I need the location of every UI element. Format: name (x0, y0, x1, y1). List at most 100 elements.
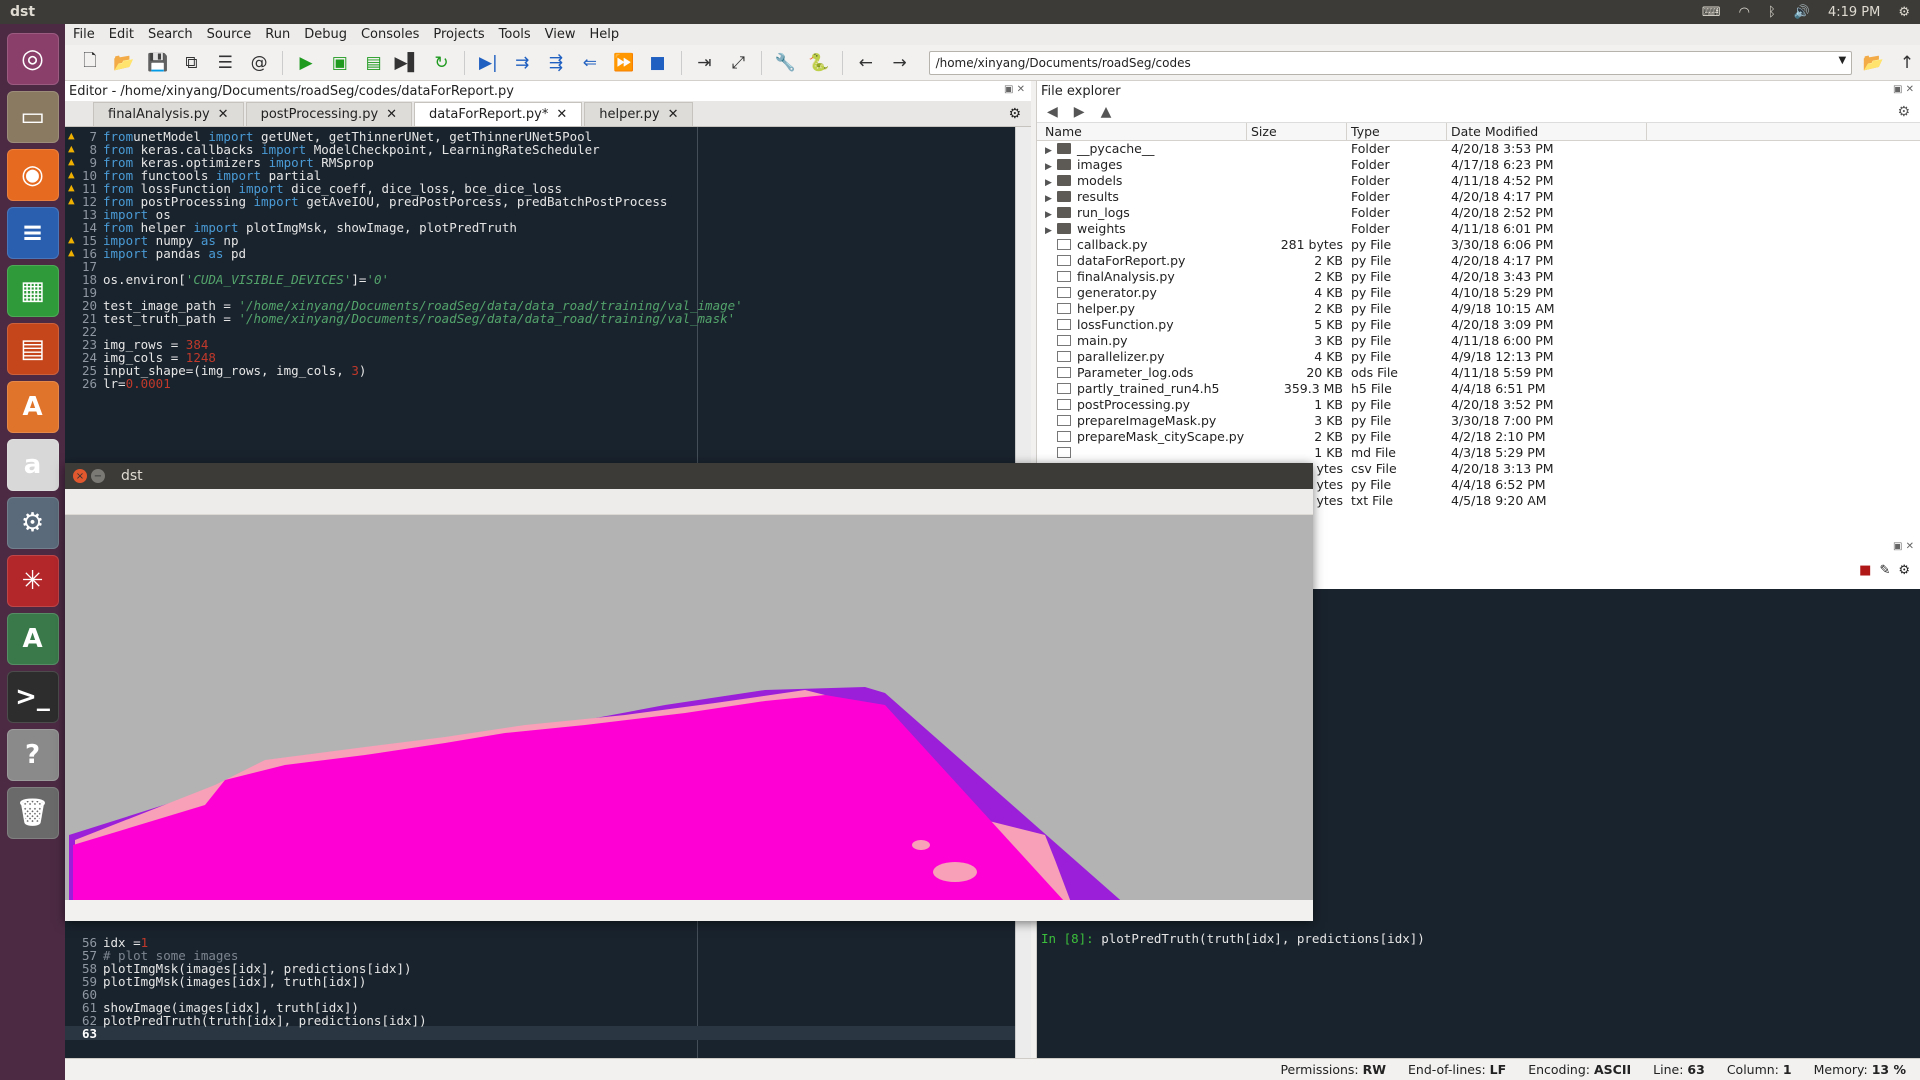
rerun-icon[interactable]: ↻ (429, 50, 455, 76)
trash-icon[interactable]: 🗑 (6, 787, 59, 839)
file-row[interactable]: prepareImageMask.py 3 KB py File 3/30/18 7:… (1037, 413, 1920, 429)
close-tab-icon[interactable]: ✕ (556, 107, 567, 122)
clock[interactable]: 4:19 PM (1828, 5, 1880, 20)
forward-icon[interactable]: → (887, 50, 913, 76)
menu-source[interactable]: Source (207, 27, 252, 42)
file-row[interactable]: ▶ weights Folder 4/11/18 6:01 PM (1037, 221, 1920, 237)
settings-icon[interactable]: ⚙ (6, 497, 59, 549)
warning-icon[interactable]: ▲ (68, 142, 75, 155)
file-row[interactable]: prepareMask_cityScape.py 2 KB py File 4/2/1… (1037, 429, 1920, 445)
step-return-icon[interactable]: ⇐ (577, 50, 603, 76)
pane-controls[interactable]: ▣ ✕ (1004, 84, 1025, 95)
gear-icon[interactable]: ⚙ (1008, 106, 1021, 122)
menu-projects[interactable]: Projects (433, 27, 484, 42)
col-type[interactable]: Type (1347, 123, 1447, 140)
outline-icon[interactable]: ☰ (212, 50, 238, 76)
stop-icon[interactable]: ■ (645, 50, 671, 76)
warning-icon[interactable]: ▲ (68, 155, 75, 168)
warning-icon[interactable]: ▲ (68, 181, 75, 194)
file-row[interactable]: helper.py 2 KB py File 4/9/18 10:15 AM (1037, 301, 1920, 317)
warning-icon[interactable]: ▲ (68, 168, 75, 181)
calc-icon[interactable]: ▦ (6, 265, 59, 317)
maximize-pane-icon[interactable]: ⇥ (692, 50, 718, 76)
preferences-icon[interactable]: 🔧 (772, 50, 798, 76)
menu-file[interactable]: File (73, 27, 95, 42)
menu-search[interactable]: Search (148, 27, 193, 42)
bluetooth-icon[interactable]: ᛒ (1768, 5, 1776, 20)
close-tab-icon[interactable]: ✕ (668, 107, 679, 122)
file-row[interactable]: ▶ __pycache__ Folder 4/20/18 3:53 PM (1037, 141, 1920, 157)
close-icon[interactable]: × (73, 469, 87, 483)
file-row[interactable]: partly_trained_run4.h5 359.3 MB h5 File 4/4… (1037, 381, 1920, 397)
new-file-icon[interactable]: 🗋 (77, 50, 103, 76)
warning-icon[interactable]: ▲ (68, 129, 75, 142)
pane-controls[interactable]: ▣ ✕ (1893, 541, 1914, 552)
files-icon[interactable]: ▭ (6, 91, 59, 143)
menu-tools[interactable]: Tools (499, 27, 531, 42)
updater-icon[interactable]: A (6, 613, 59, 665)
help-icon[interactable]: ? (6, 729, 59, 781)
col-date[interactable]: Date Modified (1447, 123, 1647, 140)
run-selection-icon[interactable]: ▶▌ (395, 50, 421, 76)
menu-view[interactable]: View (545, 27, 576, 42)
gear-icon[interactable]: ⚙ (1898, 5, 1910, 20)
file-row[interactable]: postProcessing.py 1 KB py File 4/20/18 3:52… (1037, 397, 1920, 413)
warning-icon[interactable]: ▲ (68, 194, 75, 207)
clear-console-icon[interactable]: ✎ (1879, 563, 1890, 578)
terminal-icon[interactable]: >_ (6, 671, 59, 723)
working-directory-input[interactable]: /home/xinyang/Documents/roadSeg/codes ▼ (928, 50, 1853, 75)
software-center-icon[interactable]: A (6, 381, 59, 433)
open-file-icon[interactable]: 📂 (111, 50, 137, 76)
file-row[interactable]: ▶ results Folder 4/20/18 4:17 PM (1037, 189, 1920, 205)
menu-edit[interactable]: Edit (109, 27, 134, 42)
expand-icon[interactable]: ▶ (1045, 175, 1057, 189)
pane-controls[interactable]: ▣ ✕ (1893, 84, 1914, 95)
expand-icon[interactable]: ▶ (1045, 207, 1057, 221)
impress-icon[interactable]: ▤ (6, 323, 59, 375)
menu-help[interactable]: Help (590, 27, 620, 42)
menu-consoles[interactable]: Consoles (361, 27, 419, 42)
run-cell-advance-icon[interactable]: ▤ (361, 50, 387, 76)
run-icon[interactable]: ▶ (293, 50, 319, 76)
warning-icon[interactable]: ▲ (68, 246, 75, 259)
editor-tab[interactable]: dataForReport.py* ✕ (414, 102, 583, 126)
wifi-icon[interactable]: ◠ (1739, 5, 1750, 20)
step-icon[interactable]: ⇉ (509, 50, 535, 76)
gear-icon[interactable]: ⚙ (1898, 563, 1910, 578)
close-tab-icon[interactable]: ✕ (386, 107, 397, 122)
expand-icon[interactable]: ▶ (1045, 223, 1057, 237)
menu-debug[interactable]: Debug (304, 27, 347, 42)
console-input-line[interactable]: In [8]: plotPredTruth(truth[idx], predic… (1041, 931, 1425, 946)
fullscreen-icon[interactable]: ⤢ (725, 50, 751, 76)
editor-tab[interactable]: helper.py ✕ (584, 102, 694, 126)
up-icon[interactable]: ▲ (1101, 104, 1112, 120)
back-icon[interactable]: ← (853, 50, 879, 76)
minimize-icon[interactable]: − (91, 469, 105, 483)
volume-icon[interactable]: 🔊 (1794, 5, 1810, 20)
file-row[interactable]: 1 KB md File 4/3/18 5:29 PM (1037, 445, 1920, 461)
file-row[interactable]: generator.py 4 KB py File 4/10/18 5:29 PM (1037, 285, 1920, 301)
editor-tab[interactable]: finalAnalysis.py ✕ (93, 102, 244, 126)
stop-kernel-icon[interactable]: ■ (1859, 563, 1871, 578)
file-row[interactable]: ▶ models Folder 4/11/18 4:52 PM (1037, 173, 1920, 189)
warning-icon[interactable]: ▲ (68, 233, 75, 246)
chevron-down-icon[interactable]: ▼ (1839, 55, 1847, 66)
writer-icon[interactable]: ≡ (6, 207, 59, 259)
keyboard-icon[interactable]: ⌨ (1702, 5, 1721, 20)
amazon-icon[interactable]: a (6, 439, 59, 491)
ubuntu-dash-icon[interactable]: ◎ (6, 33, 59, 85)
firefox-icon[interactable]: ◉ (6, 149, 59, 201)
plot-window-titlebar[interactable]: × − dst (65, 463, 1313, 489)
expand-icon[interactable]: ▶ (1045, 159, 1057, 173)
file-row[interactable]: callback.py 281 bytes py File 3/30/18 6:06 … (1037, 237, 1920, 253)
file-row[interactable]: dataForReport.py 2 KB py File 4/20/18 4:17 … (1037, 253, 1920, 269)
continue-icon[interactable]: ⏩ (611, 50, 637, 76)
file-row[interactable]: parallelizer.py 4 KB py File 4/9/18 12:13 P… (1037, 349, 1920, 365)
back-icon[interactable]: ◀ (1047, 104, 1058, 120)
expand-icon[interactable]: ▶ (1045, 143, 1057, 157)
spyder-icon[interactable]: ✳ (6, 555, 59, 607)
editor-tab[interactable]: postProcessing.py ✕ (245, 102, 413, 126)
file-row[interactable]: main.py 3 KB py File 4/11/18 6:00 PM (1037, 333, 1920, 349)
menu-run[interactable]: Run (265, 27, 290, 42)
gear-icon[interactable]: ⚙ (1897, 104, 1910, 120)
